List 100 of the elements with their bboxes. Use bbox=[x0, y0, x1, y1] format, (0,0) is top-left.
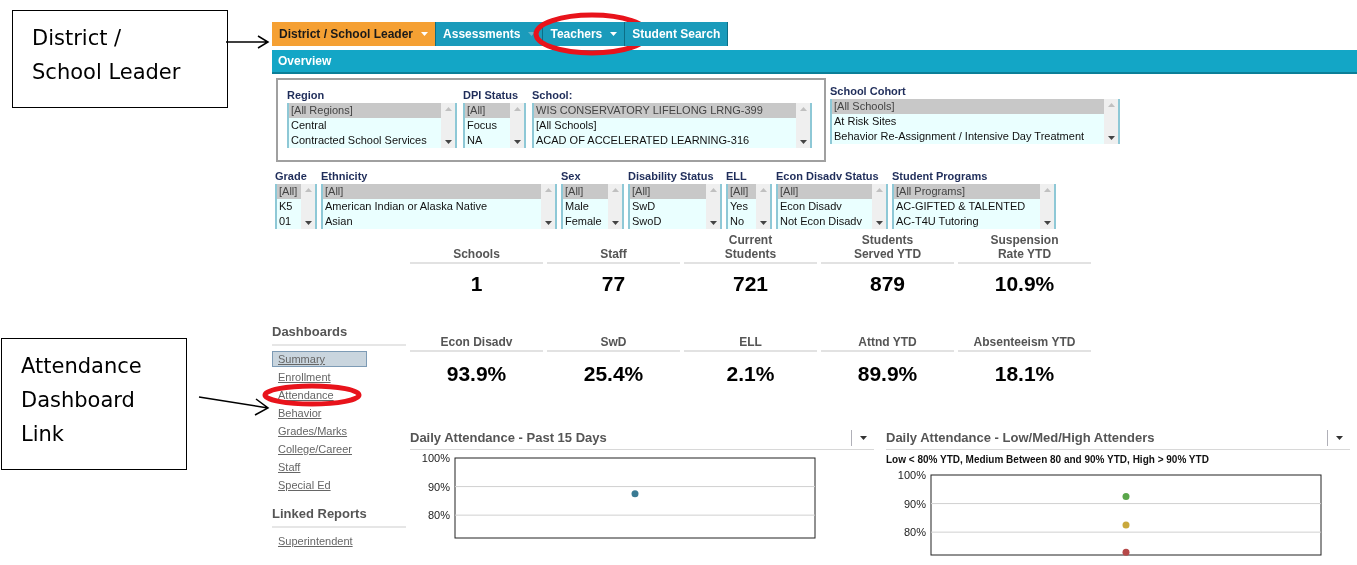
list-option[interactable]: Female bbox=[563, 214, 608, 229]
list-option[interactable]: Yes bbox=[728, 199, 756, 214]
list-box[interactable]: [All] K5 01 bbox=[275, 184, 317, 229]
list-option[interactable]: NA bbox=[465, 133, 510, 148]
sidebar-link[interactable]: Summary bbox=[272, 351, 367, 367]
sidebar-link[interactable]: College/Career bbox=[278, 442, 352, 456]
kpi-value: 879 bbox=[869, 272, 905, 296]
list-box[interactable]: [All Regions] Central Contracted School Services bbox=[287, 103, 457, 148]
scrollbar[interactable] bbox=[1104, 99, 1118, 144]
scrollbar[interactable] bbox=[706, 184, 720, 229]
scroll-down-icon[interactable] bbox=[709, 221, 717, 225]
kpi-label: SwD bbox=[600, 335, 627, 349]
list-option[interactable]: Focus bbox=[465, 118, 510, 133]
list-box[interactable]: [All] American Indian or Alaska Native Asian bbox=[321, 184, 557, 229]
list-option[interactable]: Econ Disadv bbox=[778, 199, 872, 214]
list-box[interactable]: [All] Econ Disadv Not Econ Disadv bbox=[776, 184, 888, 229]
filter-label: Econ Disadv Status bbox=[776, 169, 880, 184]
scroll-down-icon[interactable] bbox=[611, 221, 619, 225]
scroll-down-icon[interactable] bbox=[513, 140, 521, 144]
kpi-value: 93.9% bbox=[446, 362, 507, 386]
sidebar-link[interactable]: Enrollment bbox=[278, 370, 331, 384]
list-option[interactable]: [All Regions] bbox=[289, 103, 441, 118]
list-option[interactable]: SwoD bbox=[630, 214, 706, 229]
list-option[interactable]: [All] bbox=[630, 184, 706, 199]
list-box[interactable]: WIS CONSERVATORY LIFELONG LRNG-399 [All Schools] ACAD OF ACCELERATED LEARNING-316 bbox=[532, 103, 812, 148]
list-option[interactable]: ACAD OF ACCELERATED LEARNING-316 bbox=[534, 133, 796, 148]
list-option[interactable]: [All] bbox=[465, 103, 510, 118]
filter-label: Student Programs bbox=[892, 169, 989, 184]
list-box[interactable]: [All] Yes No bbox=[726, 184, 772, 229]
list-option[interactable]: [All] bbox=[323, 184, 541, 199]
sidebar-link[interactable]: Grades/Marks bbox=[278, 424, 348, 438]
filter-label: Region bbox=[287, 88, 326, 103]
scroll-down-icon[interactable] bbox=[875, 221, 883, 225]
kpi-label: Served YTD bbox=[853, 247, 922, 261]
callout-text: Link bbox=[21, 421, 65, 448]
scroll-down-icon[interactable] bbox=[1043, 221, 1051, 225]
scroll-down-icon[interactable] bbox=[444, 140, 452, 144]
scrollbar[interactable] bbox=[608, 184, 622, 229]
caret-icon bbox=[610, 32, 618, 36]
kpi-label: Current bbox=[728, 233, 773, 247]
scrollbar[interactable] bbox=[441, 103, 455, 148]
list-box[interactable]: [All] SwD SwoD bbox=[628, 184, 722, 229]
kpi-label: Absenteeism YTD bbox=[973, 335, 1076, 349]
scrollbar[interactable] bbox=[541, 184, 555, 229]
list-option[interactable]: [All] bbox=[778, 184, 872, 199]
sidebar-link[interactable]: Superintendent bbox=[278, 534, 353, 548]
list-option[interactable]: Behavior Re-Assignment / Intensive Day Treatment bbox=[832, 129, 1104, 144]
caret-icon bbox=[528, 32, 536, 36]
y-tick-label: 80% bbox=[903, 526, 926, 539]
list-option[interactable]: K5 bbox=[277, 199, 301, 214]
list-option[interactable]: Asian bbox=[323, 214, 541, 229]
list-option[interactable]: WIS CONSERVATORY LIFELONG LRNG-399 bbox=[534, 103, 796, 118]
filter-label: Disability Status bbox=[628, 169, 715, 184]
list-option[interactable]: AC-T4U Tutoring bbox=[894, 214, 1040, 229]
kpi-label: Students bbox=[724, 247, 777, 261]
kpi-value: 1 bbox=[470, 272, 483, 296]
callout-text: Dashboard bbox=[21, 387, 136, 414]
scrollbar[interactable] bbox=[301, 184, 315, 229]
list-option[interactable]: Contracted School Services bbox=[289, 133, 441, 148]
y-tick-label: 100% bbox=[897, 469, 926, 481]
list-option[interactable]: SwD bbox=[630, 199, 706, 214]
sidebar-heading: Dashboards bbox=[272, 322, 406, 346]
sidebar-link[interactable]: Staff bbox=[278, 460, 301, 474]
scroll-down-icon[interactable] bbox=[799, 140, 807, 144]
scrollbar[interactable] bbox=[1040, 184, 1054, 229]
scrollbar[interactable] bbox=[872, 184, 886, 229]
nav-tab[interactable]: District / School Leader bbox=[272, 22, 437, 46]
scroll-down-icon[interactable] bbox=[304, 221, 312, 225]
list-option[interactable]: [All Schools] bbox=[534, 118, 796, 133]
list-box[interactable]: [All] Male Female bbox=[561, 184, 624, 229]
list-option[interactable]: At Risk Sites bbox=[832, 114, 1104, 129]
data-point bbox=[1122, 521, 1130, 529]
list-option[interactable]: [All Programs] bbox=[894, 184, 1040, 199]
chart-subtitle: Low < 80% YTD, Medium Between 80 and 90% YTD, High > 90% YTD bbox=[886, 453, 1210, 467]
kpi-label: Rate YTD bbox=[997, 247, 1052, 261]
scrollbar[interactable] bbox=[510, 103, 524, 148]
list-option[interactable]: No bbox=[728, 214, 756, 229]
sidebar-heading: Linked Reports bbox=[272, 504, 406, 528]
kpi-label: Econ Disadv bbox=[440, 335, 513, 349]
list-box[interactable]: [All Programs] AC-GIFTED & TALENTED AC-T4U Tutoring bbox=[892, 184, 1056, 229]
filter-label: Ethnicity bbox=[321, 169, 369, 184]
list-option[interactable]: Male bbox=[563, 199, 608, 214]
scrollbar[interactable] bbox=[756, 184, 770, 229]
scroll-down-icon[interactable] bbox=[1107, 136, 1115, 140]
list-option[interactable]: [All] bbox=[728, 184, 756, 199]
scroll-down-icon[interactable] bbox=[759, 221, 767, 225]
list-option[interactable]: [All] bbox=[563, 184, 608, 199]
list-option[interactable]: [All Schools] bbox=[832, 99, 1104, 114]
scroll-down-icon[interactable] bbox=[544, 221, 552, 225]
list-box[interactable]: [All Schools] At Risk Sites Behavior Re-Assignment / Intensive Day Treatment bbox=[830, 99, 1120, 144]
sidebar-link[interactable]: Behavior bbox=[278, 406, 322, 420]
list-option[interactable]: [All] bbox=[277, 184, 301, 199]
list-option[interactable]: American Indian or Alaska Native bbox=[323, 199, 541, 214]
list-option[interactable]: 01 bbox=[277, 214, 301, 229]
list-option[interactable]: Central bbox=[289, 118, 441, 133]
sidebar-link[interactable]: Special Ed bbox=[278, 478, 331, 492]
list-option[interactable]: Not Econ Disadv bbox=[778, 214, 872, 229]
list-option[interactable]: AC-GIFTED & TALENTED bbox=[894, 199, 1040, 214]
list-box[interactable]: [All] Focus NA bbox=[463, 103, 526, 148]
scrollbar[interactable] bbox=[796, 103, 810, 148]
